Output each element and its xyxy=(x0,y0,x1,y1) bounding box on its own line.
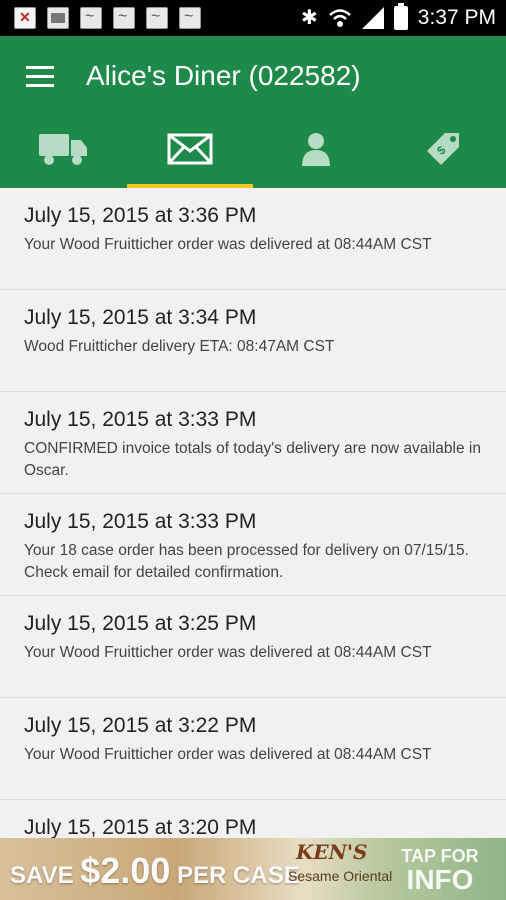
signature-icon xyxy=(80,7,102,29)
notification-icons xyxy=(14,7,201,29)
ad-product: Sesame Oriental xyxy=(288,868,393,884)
ad-cta[interactable]: TAP FOR INFO xyxy=(380,844,500,895)
image-icon xyxy=(47,7,69,29)
list-item[interactable]: July 15, 2015 at 3:34 PM Wood Fruittiche… xyxy=(0,290,506,392)
message-list[interactable]: July 15, 2015 at 3:36 PM Your Wood Fruit… xyxy=(0,188,506,838)
message-body: Your 18 case order has been processed fo… xyxy=(24,542,469,581)
ad-offer: SAVE $2.00 PER CASE xyxy=(10,850,300,892)
message-date: July 15, 2015 at 3:22 PM xyxy=(24,714,257,737)
message-date: July 15, 2015 at 3:33 PM xyxy=(24,510,257,533)
person-icon xyxy=(302,133,331,166)
truck-icon xyxy=(39,134,88,165)
signature-icon xyxy=(179,7,201,29)
menu-icon[interactable] xyxy=(26,66,54,88)
system-icons: ✱ 3:37 PM xyxy=(301,3,496,32)
error-icon xyxy=(14,7,36,29)
message-body: Wood Fruitticher delivery ETA: 08:47AM C… xyxy=(24,338,335,355)
bluetooth-icon: ✱ xyxy=(301,7,318,29)
signature-icon xyxy=(113,7,135,29)
message-date: July 15, 2015 at 3:25 PM xyxy=(24,612,257,635)
battery-icon xyxy=(393,3,408,30)
tab-deliveries[interactable] xyxy=(0,110,127,188)
message-body: CONFIRMED invoice totals of today's deli… xyxy=(24,440,481,479)
ad-save-text: SAVE xyxy=(10,862,74,889)
list-item[interactable]: July 15, 2015 at 3:22 PM Your Wood Fruit… xyxy=(0,698,506,800)
tab-account[interactable] xyxy=(253,110,380,188)
list-item[interactable]: July 15, 2015 at 3:36 PM Your Wood Fruit… xyxy=(0,188,506,290)
app-bar: Alice's Diner (022582) $ xyxy=(0,36,506,188)
list-item[interactable]: July 15, 2015 at 3:25 PM Your Wood Fruit… xyxy=(0,596,506,698)
list-item[interactable]: July 15, 2015 at 3:20 PM xyxy=(0,800,506,838)
status-time: 3:37 PM xyxy=(417,6,496,29)
message-date: July 15, 2015 at 3:33 PM xyxy=(24,408,257,431)
mail-icon xyxy=(167,133,213,165)
message-date: July 15, 2015 at 3:36 PM xyxy=(24,204,257,227)
cell-signal-icon xyxy=(361,7,384,29)
status-bar: ✱ 3:37 PM xyxy=(0,0,506,36)
wifi-icon xyxy=(328,9,351,27)
ad-cta-line2: INFO xyxy=(406,864,474,895)
message-date: July 15, 2015 at 3:34 PM xyxy=(24,306,257,329)
ad-banner[interactable]: SAVE $2.00 PER CASE KEN'S Sesame Orienta… xyxy=(0,838,506,900)
page-title: Alice's Diner (022582) xyxy=(86,60,361,91)
message-body: Your Wood Fruitticher order was delivere… xyxy=(24,236,432,253)
tab-messages[interactable] xyxy=(126,110,254,188)
price-tag-icon: $ xyxy=(426,133,459,165)
ad-amount: $2.00 xyxy=(80,850,171,891)
list-item[interactable]: July 15, 2015 at 3:33 PM Your 18 case or… xyxy=(0,494,506,596)
message-body: Your Wood Fruitticher order was delivere… xyxy=(24,644,432,661)
ad-per-case: PER CASE xyxy=(177,862,300,889)
signature-icon xyxy=(146,7,168,29)
ad-brand-logo: KEN'S xyxy=(296,840,368,864)
message-date: July 15, 2015 at 3:20 PM xyxy=(24,816,257,838)
tab-bar: $ xyxy=(0,110,506,188)
tab-promotions[interactable]: $ xyxy=(380,110,506,188)
list-item[interactable]: July 15, 2015 at 3:33 PM CONFIRMED invoi… xyxy=(0,392,506,494)
message-body: Your Wood Fruitticher order was delivere… xyxy=(24,746,432,763)
